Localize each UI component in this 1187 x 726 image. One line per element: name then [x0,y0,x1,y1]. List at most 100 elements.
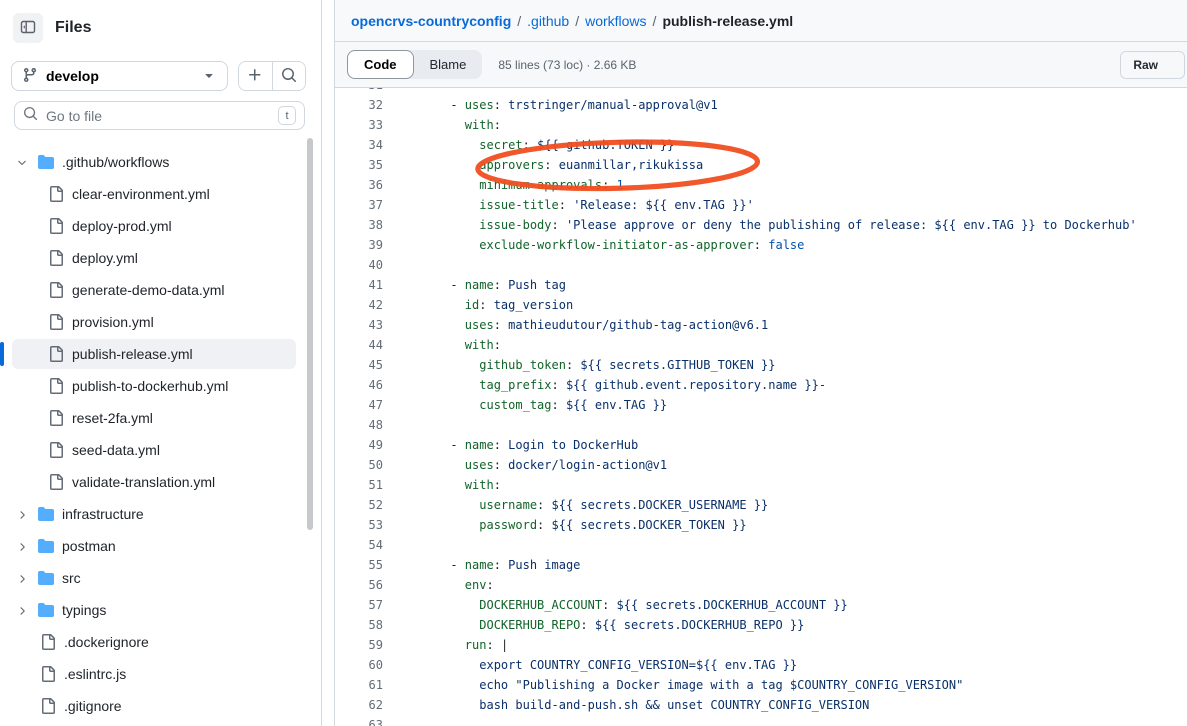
chevron-right-icon[interactable] [16,540,28,556]
file-icon [48,282,64,301]
line-content: env: [407,575,494,595]
line-number[interactable]: 41 [335,275,383,295]
tree-item-.eslintrc.js[interactable]: .eslintrc.js [0,658,322,690]
code-line-50: 50 uses: docker/login-action@v1 [335,455,1187,475]
file-icon [48,378,64,397]
line-number[interactable]: 49 [335,435,383,455]
tree-item-.github-workflows[interactable]: .github/workflows [0,146,322,178]
tree-item-seed-data.yml[interactable]: seed-data.yml [0,434,322,466]
tree-item-label: reset-2fa.yml [72,410,153,426]
blame-tab[interactable]: Blame [414,50,483,79]
code-line-39: 39 exclude-workflow-initiator-as-approve… [335,235,1187,255]
line-number[interactable]: 37 [335,195,383,215]
copy-raw-button-clipped[interactable] [1170,52,1184,78]
line-number[interactable]: 43 [335,315,383,335]
code-line-52: 52 username: ${{ secrets.DOCKER_USERNAME… [335,495,1187,515]
tree-item-label: infrastructure [62,506,144,522]
tree-item-src[interactable]: src [0,562,322,594]
breadcrumb-link[interactable]: workflows [585,13,646,29]
line-number[interactable]: 61 [335,675,383,695]
sidebar-panel-icon [20,19,36,38]
code-tab[interactable]: Code [347,50,414,79]
tree-item-label: generate-demo-data.yml [72,282,225,298]
line-content: id: tag_version [407,295,573,315]
code-line-47: 47 custom_tag: ${{ env.TAG }} [335,395,1187,415]
code-line-37: 37 issue-title: 'Release: ${{ env.TAG }}… [335,195,1187,215]
breadcrumb-path: /.github/workflows/ [511,13,662,29]
search-tree-button[interactable] [272,62,306,90]
line-number[interactable]: 52 [335,495,383,515]
line-number[interactable]: 40 [335,255,383,275]
tree-item-publish-release.yml[interactable]: publish-release.yml [0,338,322,370]
line-content: - name: Login to DockerHub [407,435,638,455]
line-number[interactable]: 46 [335,375,383,395]
chevron-down-icon[interactable] [16,156,28,172]
file-icon [48,474,64,493]
chevron-down-icon [201,67,217,86]
collapse-sidebar-button[interactable] [13,13,43,43]
tree-item-infrastructure[interactable]: infrastructure [0,498,322,530]
line-number[interactable]: 47 [335,395,383,415]
folder-icon [38,154,54,173]
tree-item-generate-demo-data.yml[interactable]: generate-demo-data.yml [0,274,322,306]
line-number[interactable]: 58 [335,615,383,635]
line-number[interactable]: 55 [335,555,383,575]
line-number[interactable]: 60 [335,655,383,675]
tree-item-deploy.yml[interactable]: deploy.yml [0,242,322,274]
line-number[interactable]: 51 [335,475,383,495]
raw-button[interactable]: Raw [1121,52,1170,78]
line-number[interactable]: 56 [335,575,383,595]
line-number[interactable]: 33 [335,115,383,135]
line-number[interactable]: 35 [335,155,383,175]
line-content: with: [407,335,501,355]
line-number[interactable]: 45 [335,355,383,375]
line-number[interactable]: 59 [335,635,383,655]
line-number[interactable]: 31 [335,88,383,95]
tree-item-reset-2fa.yml[interactable]: reset-2fa.yml [0,402,322,434]
code-blame-switch: Code Blame [347,50,482,79]
chevron-right-icon[interactable] [16,604,28,620]
line-number[interactable]: 32 [335,95,383,115]
tree-item-provision.yml[interactable]: provision.yml [0,306,322,338]
go-to-file-input[interactable] [46,108,270,124]
code-line-45: 45 github_token: ${{ secrets.GITHUB_TOKE… [335,355,1187,375]
sidebar-scrollbar[interactable] [307,138,313,530]
line-number[interactable]: 54 [335,535,383,555]
line-number[interactable]: 57 [335,595,383,615]
tree-item-validate-translation.yml[interactable]: validate-translation.yml [0,466,322,498]
line-number[interactable]: 53 [335,515,383,535]
line-number[interactable]: 50 [335,455,383,475]
code-line-57: 57 DOCKERHUB_ACCOUNT: ${{ secrets.DOCKER… [335,595,1187,615]
tree-item-typings[interactable]: typings [0,594,322,626]
line-number[interactable]: 36 [335,175,383,195]
branch-selector[interactable]: develop [11,61,228,91]
search-icon [23,106,38,126]
line-number[interactable]: 62 [335,695,383,715]
file-icon [48,314,64,333]
chevron-right-icon[interactable] [16,572,28,588]
breadcrumb-separator: / [575,13,579,29]
file-icon [40,634,56,653]
tree-item-.gitignore[interactable]: .gitignore [0,690,322,722]
tree-item-clear-environment.yml[interactable]: clear-environment.yml [0,178,322,210]
tree-item-postman[interactable]: postman [0,530,322,562]
line-number[interactable]: 39 [335,235,383,255]
line-number[interactable]: 44 [335,335,383,355]
add-file-button[interactable] [239,62,272,90]
breadcrumb-repo-link[interactable]: opencrvs-countryconfig [351,13,511,29]
tree-actions-group [238,61,306,91]
tree-item-.dockerignore[interactable]: .dockerignore [0,626,322,658]
code-line-33: 33 with: [335,115,1187,135]
line-number[interactable]: 42 [335,295,383,315]
breadcrumb-link[interactable]: .github [527,13,569,29]
tree-item-deploy-prod.yml[interactable]: deploy-prod.yml [0,210,322,242]
line-number[interactable]: 63 [335,715,383,726]
tree-item-publish-to-dockerhub.yml[interactable]: publish-to-dockerhub.yml [0,370,322,402]
chevron-right-icon[interactable] [16,508,28,524]
line-number[interactable]: 38 [335,215,383,235]
line-content: - uses: trstringer/manual-approval@v1 [407,95,718,115]
line-number[interactable]: 34 [335,135,383,155]
tree-item-label: .gitignore [64,698,122,714]
line-number[interactable]: 48 [335,415,383,435]
line-content: DOCKERHUB_ACCOUNT: ${{ secrets.DOCKERHUB… [407,595,848,615]
